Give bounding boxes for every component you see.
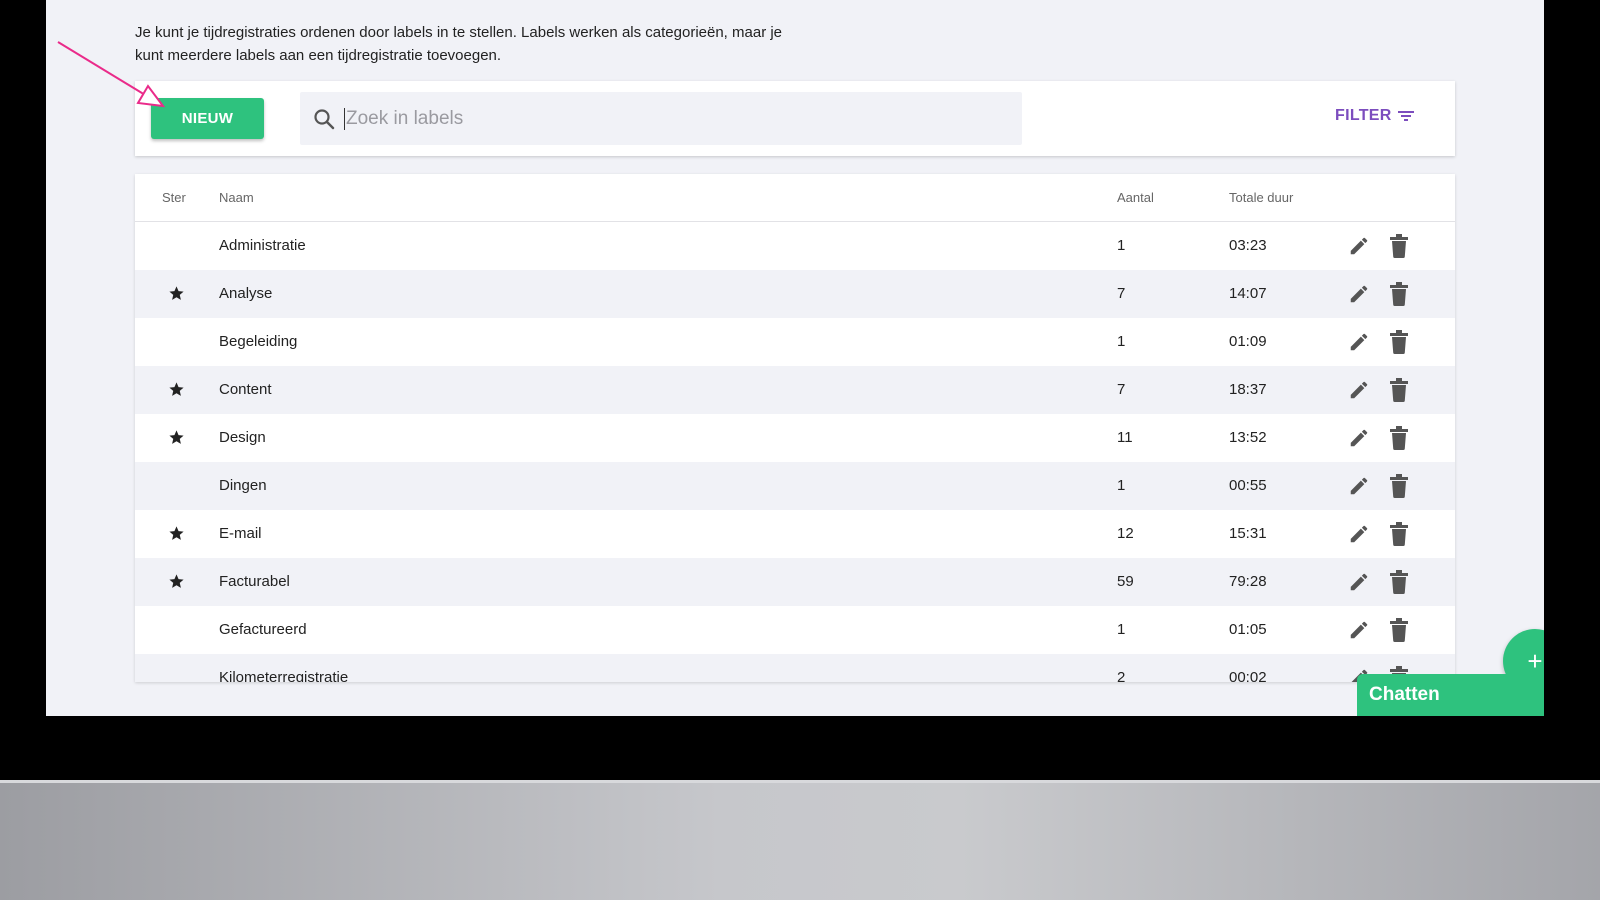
table-row[interactable]: Begeleiding 1 01:09 xyxy=(135,318,1455,366)
label-count: 1 xyxy=(1117,333,1126,350)
delete-icon[interactable] xyxy=(1389,618,1409,642)
edit-icon[interactable] xyxy=(1348,475,1370,497)
label-count: 11 xyxy=(1117,429,1133,446)
labels-toolbar: NIEUW FILTER xyxy=(135,81,1455,156)
labels-table: Ster Naam Aantal Totale duur Administrat… xyxy=(135,174,1455,682)
label-name: Begeleiding xyxy=(219,333,298,350)
label-count: 1 xyxy=(1117,237,1126,254)
delete-icon[interactable] xyxy=(1389,474,1409,498)
header-duration[interactable]: Totale duur xyxy=(1229,190,1293,205)
label-name: Kilometerregistratie xyxy=(219,669,349,682)
table-row[interactable]: E-mail 12 15:31 xyxy=(135,510,1455,558)
edit-icon[interactable] xyxy=(1348,427,1370,449)
header-star[interactable]: Ster xyxy=(162,190,186,205)
filter-label: FILTER xyxy=(1335,107,1392,124)
laptop-base-edge xyxy=(0,780,1600,783)
label-duration: 03:23 xyxy=(1229,237,1267,254)
filter-icon xyxy=(1397,111,1414,121)
table-row[interactable]: Analyse 7 14:07 xyxy=(135,270,1455,318)
table-row[interactable]: Dingen 1 00:55 xyxy=(135,462,1455,510)
star-icon[interactable] xyxy=(168,429,185,446)
table-row[interactable]: Gefactureerd 1 01:05 xyxy=(135,606,1455,654)
edit-icon[interactable] xyxy=(1348,283,1370,305)
edit-icon[interactable] xyxy=(1348,379,1370,401)
search-icon xyxy=(314,108,335,129)
label-duration: 01:09 xyxy=(1229,333,1267,350)
label-count: 2 xyxy=(1117,669,1126,682)
app-screen: Je kunt je tijdregistraties ordenen door… xyxy=(46,0,1544,716)
label-name: Dingen xyxy=(219,477,267,494)
delete-icon[interactable] xyxy=(1389,330,1409,354)
edit-icon[interactable] xyxy=(1348,331,1370,353)
table-row[interactable]: Content 7 18:37 xyxy=(135,366,1455,414)
header-name[interactable]: Naam xyxy=(219,190,254,205)
annotation-arrow-icon xyxy=(57,41,166,108)
table-row[interactable]: Facturabel 59 79:28 xyxy=(135,558,1455,606)
chat-label: Chatten xyxy=(1369,684,1440,705)
table-header: Ster Naam Aantal Totale duur xyxy=(135,174,1455,222)
plus-icon: + xyxy=(1527,645,1543,676)
label-duration: 15:31 xyxy=(1229,525,1267,542)
label-name: Administratie xyxy=(219,237,306,254)
intro-text: Je kunt je tijdregistraties ordenen door… xyxy=(135,21,895,67)
label-count: 1 xyxy=(1117,477,1126,494)
table-row[interactable]: Kilometerregistratie 2 00:02 xyxy=(135,654,1455,682)
label-name: E-mail xyxy=(219,525,262,542)
label-count: 7 xyxy=(1117,285,1126,302)
label-count: 59 xyxy=(1117,573,1134,590)
intro-line-2: kunt meerdere labels aan een tijdregistr… xyxy=(135,47,502,64)
label-name: Design xyxy=(219,429,266,446)
edit-icon[interactable] xyxy=(1348,523,1370,545)
header-count[interactable]: Aantal xyxy=(1117,190,1154,205)
label-count: 12 xyxy=(1117,525,1134,542)
label-name: Content xyxy=(219,381,272,398)
search-bar[interactable] xyxy=(300,92,1022,145)
star-icon[interactable] xyxy=(168,573,185,590)
edit-icon[interactable] xyxy=(1348,571,1370,593)
star-icon[interactable] xyxy=(168,285,185,302)
label-duration: 00:55 xyxy=(1229,477,1267,494)
table-row[interactable]: Design 11 13:52 xyxy=(135,414,1455,462)
star-icon[interactable] xyxy=(168,525,185,542)
label-duration: 14:07 xyxy=(1229,285,1267,302)
label-name: Analyse xyxy=(219,285,273,302)
label-count: 7 xyxy=(1117,381,1126,398)
label-duration: 79:28 xyxy=(1229,573,1267,590)
filter-button[interactable]: FILTER xyxy=(1335,107,1414,125)
delete-icon[interactable] xyxy=(1389,522,1409,546)
intro-line-1: Je kunt je tijdregistraties ordenen door… xyxy=(135,24,783,41)
delete-icon[interactable] xyxy=(1389,426,1409,450)
delete-icon[interactable] xyxy=(1389,570,1409,594)
delete-icon[interactable] xyxy=(1389,234,1409,258)
chat-widget[interactable]: Chatten xyxy=(1357,674,1544,716)
label-count: 1 xyxy=(1117,621,1126,638)
label-name: Facturabel xyxy=(219,573,290,590)
edit-icon[interactable] xyxy=(1348,619,1370,641)
laptop-base xyxy=(0,780,1600,900)
delete-icon[interactable] xyxy=(1389,378,1409,402)
delete-icon[interactable] xyxy=(1389,282,1409,306)
label-name: Gefactureerd xyxy=(219,621,307,638)
table-row[interactable]: Administratie 1 03:23 xyxy=(135,222,1455,270)
label-duration: 13:52 xyxy=(1229,429,1267,446)
star-icon[interactable] xyxy=(168,381,185,398)
label-duration: 00:02 xyxy=(1229,669,1267,682)
search-input[interactable] xyxy=(344,107,944,130)
label-duration: 18:37 xyxy=(1229,381,1267,398)
edit-icon[interactable] xyxy=(1348,235,1370,257)
table-body: Administratie 1 03:23 Analyse 7 14:07 Begeleid… xyxy=(135,222,1455,682)
label-duration: 01:05 xyxy=(1229,621,1267,638)
